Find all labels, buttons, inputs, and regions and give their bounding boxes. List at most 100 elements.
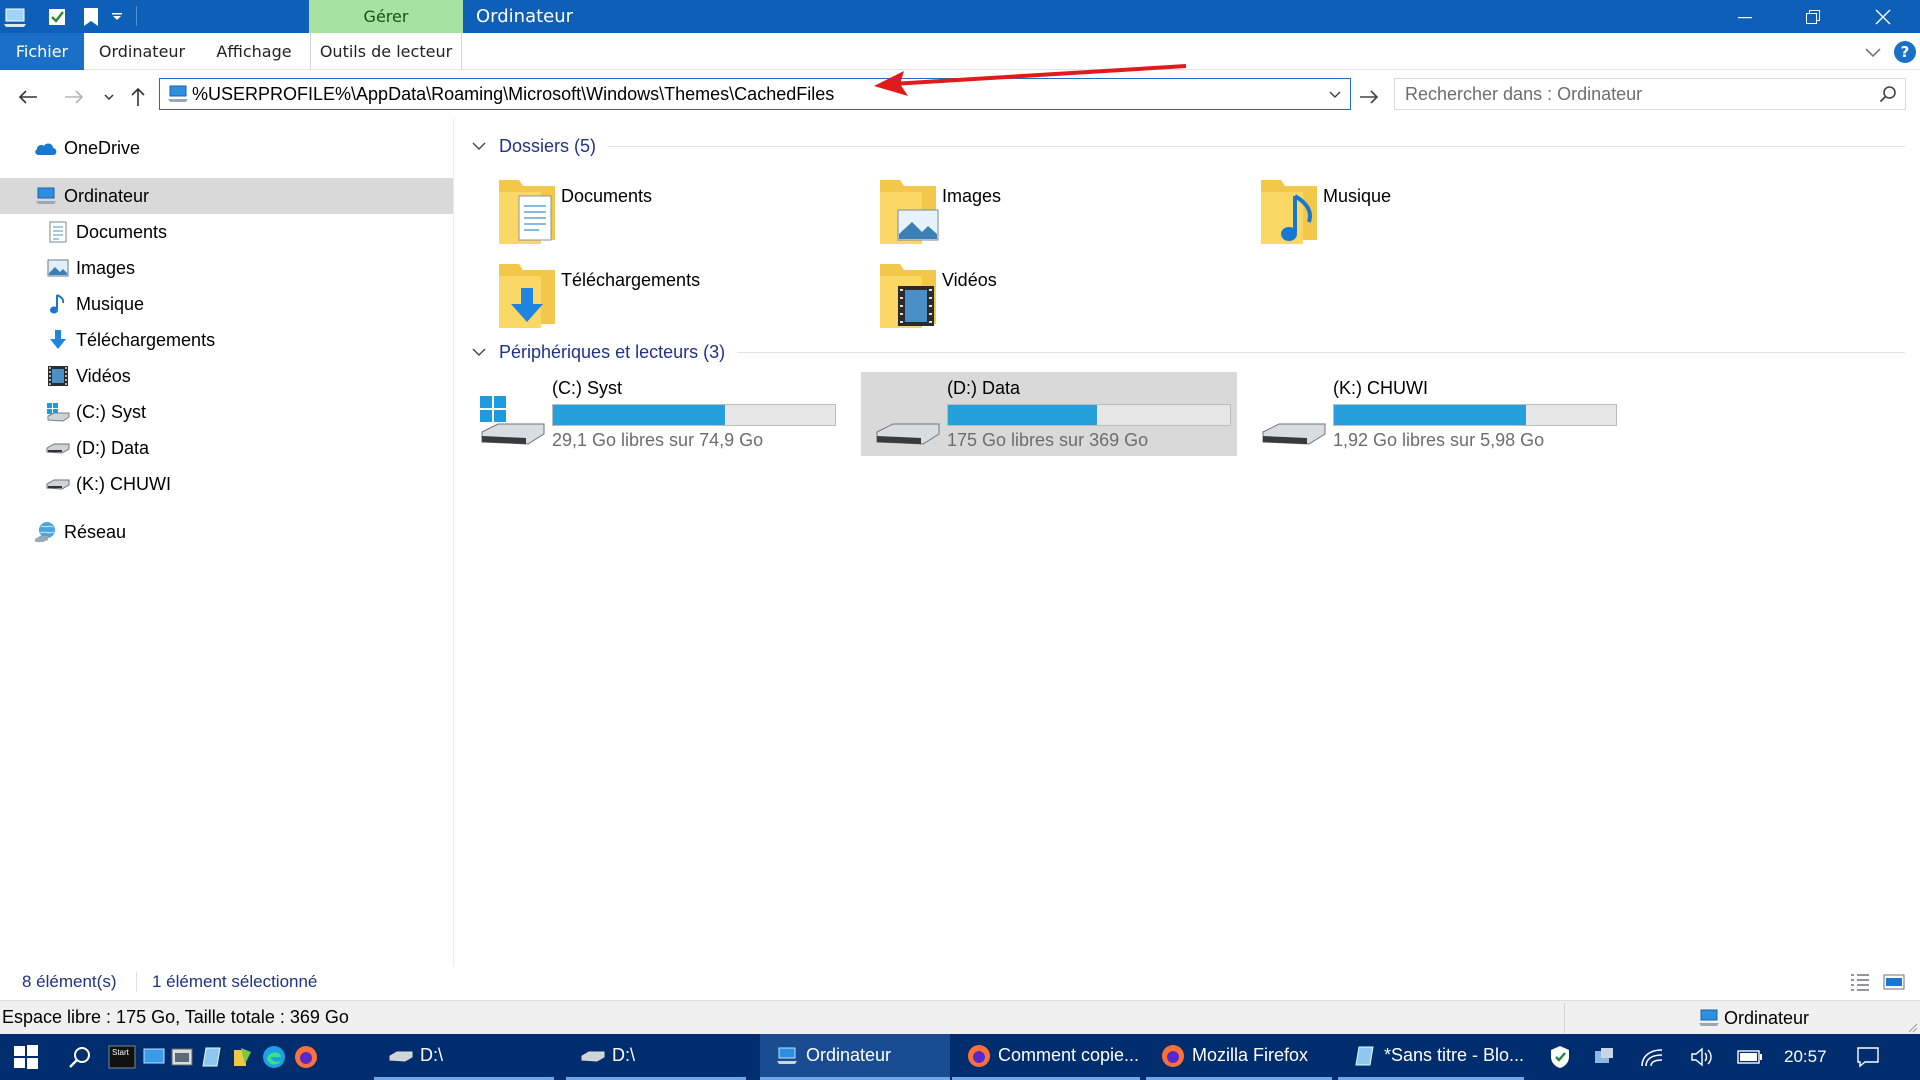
tray-defender[interactable] bbox=[1544, 1041, 1576, 1073]
app-icon bbox=[234, 1048, 251, 1066]
taskbar-app-firefox-2[interactable]: Mozilla Firefox bbox=[1146, 1034, 1332, 1080]
taskbar-app-firefox-1[interactable]: Comment copie... bbox=[952, 1034, 1140, 1080]
sidebar-item-documents[interactable]: Documents bbox=[0, 214, 453, 250]
clock[interactable]: 20:57 bbox=[1784, 1047, 1827, 1067]
drive-k[interactable]: (K:) CHUWI 1,92 Go libres sur 5,98 Go bbox=[1247, 372, 1623, 456]
window-icon bbox=[171, 1048, 193, 1066]
taskbar-app-label: Ordinateur bbox=[806, 1045, 892, 1065]
action-center-button[interactable] bbox=[1852, 1041, 1884, 1073]
tab-view[interactable]: Affichage bbox=[204, 33, 304, 70]
tab-computer[interactable]: Ordinateur bbox=[92, 33, 192, 70]
drive-usage-fill bbox=[948, 405, 1098, 425]
chevron-down-icon bbox=[1329, 91, 1341, 99]
drive-c[interactable]: (C:) Syst 29,1 Go libres sur 74,9 Go bbox=[466, 372, 842, 456]
address-history-button[interactable] bbox=[1320, 79, 1350, 109]
chevron-down-icon bbox=[104, 94, 114, 101]
sidebar-item-label: Documents bbox=[76, 221, 168, 242]
battery-icon bbox=[1737, 1050, 1762, 1064]
chevron-down-icon bbox=[1865, 48, 1881, 58]
sidebar-item-downloads[interactable]: Téléchargements bbox=[0, 322, 453, 358]
tab-file[interactable]: Fichier bbox=[0, 33, 84, 70]
window-shortcut[interactable] bbox=[168, 1041, 196, 1073]
drive-space-info: 1,92 Go libres sur 5,98 Go bbox=[1333, 430, 1545, 450]
recent-locations-button[interactable] bbox=[96, 83, 122, 111]
tiles-view-icon[interactable] bbox=[1882, 970, 1906, 994]
restore-button[interactable] bbox=[1778, 0, 1848, 33]
drive-space-info: 29,1 Go libres sur 74,9 Go bbox=[552, 430, 764, 450]
minimize-button[interactable] bbox=[1710, 0, 1780, 33]
taskbar-app-notepad[interactable]: *Sans titre - Blo... bbox=[1338, 1034, 1524, 1080]
customize-toolbar-icon[interactable] bbox=[106, 0, 128, 33]
new-folder-icon[interactable] bbox=[78, 0, 104, 33]
folder-documents[interactable]: Documents bbox=[455, 170, 835, 250]
app-shortcut[interactable] bbox=[198, 1041, 226, 1073]
group-divider bbox=[608, 145, 1905, 147]
drive-d[interactable]: (D:) Data 175 Go libres sur 369 Go bbox=[861, 372, 1237, 456]
start-menu-shortcut[interactable]: Start bbox=[108, 1041, 136, 1073]
sidebar-item-drive-d[interactable]: (D:) Data bbox=[0, 430, 453, 466]
start-button[interactable] bbox=[10, 1041, 42, 1073]
computer-icon bbox=[1698, 1007, 1720, 1029]
volume-icon bbox=[1691, 1047, 1712, 1067]
tray-volume[interactable] bbox=[1686, 1041, 1718, 1073]
forward-button[interactable] bbox=[60, 83, 88, 111]
taskbar-app-drive-d-1[interactable]: D:\ bbox=[374, 1034, 554, 1080]
app-tray-icon bbox=[1595, 1048, 1613, 1063]
sidebar-item-drive-c[interactable]: (C:) Syst bbox=[0, 394, 453, 430]
toolbar-divider bbox=[136, 6, 137, 26]
images-folder-icon bbox=[880, 180, 939, 244]
tray-app[interactable] bbox=[1588, 1041, 1620, 1073]
tray-wifi[interactable] bbox=[1636, 1041, 1668, 1073]
edge-button[interactable] bbox=[260, 1041, 288, 1073]
sidebar-item-music[interactable]: Musique bbox=[0, 286, 453, 322]
folders-group-header[interactable]: Dossiers (5) bbox=[469, 131, 1905, 161]
search-button[interactable] bbox=[64, 1041, 96, 1073]
properties-icon[interactable] bbox=[44, 0, 70, 33]
taskbar-app-computer[interactable]: Ordinateur bbox=[760, 1034, 950, 1080]
desktop-shortcut[interactable] bbox=[140, 1041, 168, 1073]
go-button[interactable] bbox=[1354, 83, 1384, 111]
folder-images[interactable]: Images bbox=[836, 170, 1216, 250]
address-input[interactable] bbox=[190, 80, 1320, 108]
selection-count: 1 élément sélectionné bbox=[152, 972, 318, 991]
folder-downloads[interactable]: Téléchargements bbox=[455, 254, 835, 334]
search-input[interactable] bbox=[1395, 83, 1871, 105]
sidebar-item-network[interactable]: Réseau bbox=[0, 514, 453, 550]
sidebar-item-videos[interactable]: Vidéos bbox=[0, 358, 453, 394]
sidebar-item-images[interactable]: Images bbox=[0, 250, 453, 286]
close-button[interactable] bbox=[1848, 0, 1918, 33]
details-view-icon[interactable] bbox=[1848, 970, 1872, 994]
tab-drive-tools[interactable]: Outils de lecteur bbox=[310, 33, 462, 70]
documents-icon bbox=[46, 220, 70, 244]
sidebar-item-computer[interactable]: Ordinateur bbox=[0, 178, 453, 214]
back-button[interactable] bbox=[14, 83, 42, 111]
folder-videos[interactable]: Vidéos bbox=[836, 254, 1216, 334]
drives-group-header[interactable]: Périphériques et lecteurs (3) bbox=[469, 337, 1905, 367]
address-bar[interactable] bbox=[159, 78, 1351, 110]
drive-usage-fill bbox=[1334, 405, 1526, 425]
expand-ribbon-button[interactable] bbox=[1862, 41, 1884, 63]
taskbar: Start D:\ D:\ Ordinateur Comment copie..… bbox=[0, 1034, 1920, 1080]
drives-group-title: Périphériques et lecteurs (3) bbox=[499, 341, 726, 362]
up-button[interactable] bbox=[124, 83, 152, 111]
drive-usage-fill bbox=[553, 405, 726, 425]
windows-logo-icon bbox=[14, 1045, 38, 1069]
help-button[interactable]: ? bbox=[1894, 41, 1916, 63]
sidebar-item-onedrive[interactable]: OneDrive bbox=[0, 130, 453, 166]
sidebar-item-drive-k[interactable]: (K:) CHUWI bbox=[0, 466, 453, 502]
arrow-right-icon bbox=[65, 90, 84, 104]
drive-icon bbox=[1262, 423, 1326, 445]
firefox-button[interactable] bbox=[292, 1041, 320, 1073]
search-box[interactable] bbox=[1394, 78, 1906, 110]
window-icon[interactable] bbox=[2, 0, 30, 33]
drive-usage-bar bbox=[947, 404, 1231, 426]
folder-music[interactable]: Musique bbox=[1217, 170, 1597, 250]
manage-contextual-tab[interactable]: Gérer bbox=[309, 0, 463, 33]
tray-battery[interactable] bbox=[1734, 1041, 1766, 1073]
search-icon[interactable] bbox=[1871, 79, 1905, 109]
resize-grip-icon[interactable] bbox=[1906, 1021, 1918, 1033]
documents-folder-icon bbox=[499, 180, 555, 244]
taskbar-app-drive-d-2[interactable]: D:\ bbox=[566, 1034, 746, 1080]
computer-icon bbox=[166, 82, 190, 106]
app-shortcut[interactable] bbox=[228, 1041, 256, 1073]
